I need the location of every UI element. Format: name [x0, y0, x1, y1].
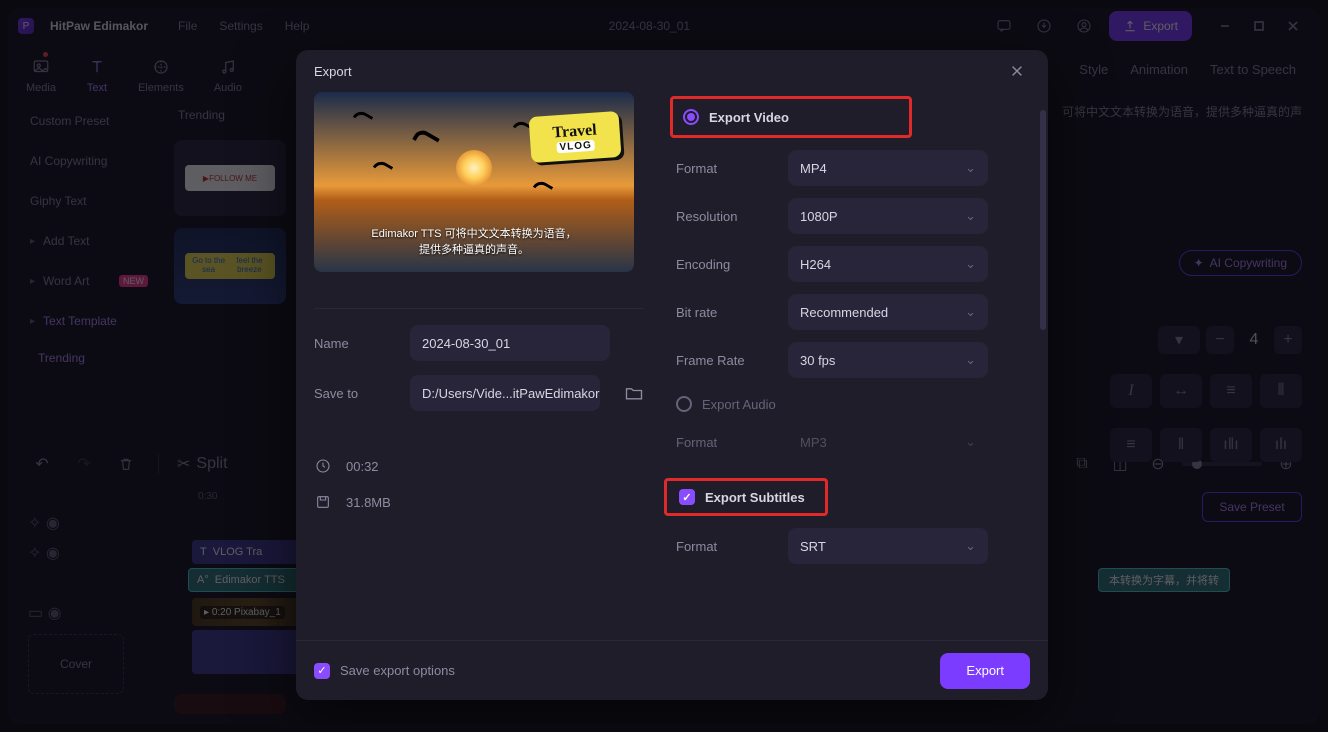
saveto-input[interactable]: D:/Users/Vide...itPawEdimakor: [410, 375, 600, 411]
chevron-down-icon: ⌄: [965, 352, 976, 368]
radio-on-icon: [683, 109, 699, 125]
saveto-label: Save to: [314, 386, 394, 401]
save-export-options-checkbox[interactable]: ✓ Save export options: [314, 663, 455, 679]
preview-caption: Edimakor TTS 可将中文文本转换为语音， 提供多种逼真的声音。: [314, 227, 634, 258]
chevron-down-icon: ⌄: [965, 434, 976, 450]
export-audio-radio[interactable]: Export Audio: [676, 396, 1030, 412]
encoding-select[interactable]: H264⌄: [788, 246, 988, 282]
save-export-options-label: Save export options: [340, 663, 455, 678]
folder-icon[interactable]: [624, 383, 644, 403]
dialog-close-button[interactable]: [1004, 58, 1030, 84]
subs-format-select[interactable]: SRT⌄: [788, 528, 988, 564]
bitrate-select[interactable]: Recommended⌄: [788, 294, 988, 330]
audio-format-select: MP3⌄: [788, 424, 988, 460]
name-input[interactable]: 2024-08-30_01: [410, 325, 610, 361]
export-dialog: Export Travel VLOG Edimakor TTS 可将中文文本转换…: [296, 50, 1048, 700]
bitrate-label: Bit rate: [676, 305, 772, 320]
sticker-travel-vlog: Travel VLOG: [529, 111, 622, 163]
radio-off-icon: [676, 396, 692, 412]
name-label: Name: [314, 336, 394, 351]
subs-format-label: Format: [676, 539, 772, 554]
clock-icon: [314, 457, 332, 475]
chevron-down-icon: ⌄: [965, 256, 976, 272]
checkbox-checked-icon: ✓: [314, 663, 330, 679]
export-video-radio[interactable]: Export Video: [683, 109, 789, 125]
framerate-select[interactable]: 30 fps⌄: [788, 342, 988, 378]
chevron-down-icon: ⌄: [965, 304, 976, 320]
dialog-scrollbar[interactable]: [1040, 110, 1046, 330]
size-value: 31.8MB: [346, 495, 391, 510]
disk-icon: [314, 493, 332, 511]
duration-value: 00:32: [346, 459, 379, 474]
chevron-down-icon: ⌄: [965, 160, 976, 176]
format-label: Format: [676, 161, 772, 176]
export-confirm-button[interactable]: Export: [940, 653, 1030, 689]
encoding-label: Encoding: [676, 257, 772, 272]
export-subtitles-checkbox[interactable]: ✓ Export Subtitles: [679, 489, 805, 505]
dialog-title: Export: [314, 64, 352, 79]
audio-format-label: Format: [676, 435, 772, 450]
format-select[interactable]: MP4⌄: [788, 150, 988, 186]
framerate-label: Frame Rate: [676, 353, 772, 368]
resolution-select[interactable]: 1080P⌄: [788, 198, 988, 234]
resolution-label: Resolution: [676, 209, 772, 224]
export-video-label: Export Video: [709, 110, 789, 125]
checkbox-checked-icon: ✓: [679, 489, 695, 505]
sticker-line2: VLOG: [556, 139, 595, 153]
export-subtitles-label: Export Subtitles: [705, 490, 805, 505]
export-audio-label: Export Audio: [702, 397, 776, 412]
chevron-down-icon: ⌄: [965, 208, 976, 224]
export-preview: Travel VLOG Edimakor TTS 可将中文文本转换为语音， 提供…: [314, 92, 634, 272]
chevron-down-icon: ⌄: [965, 538, 976, 554]
